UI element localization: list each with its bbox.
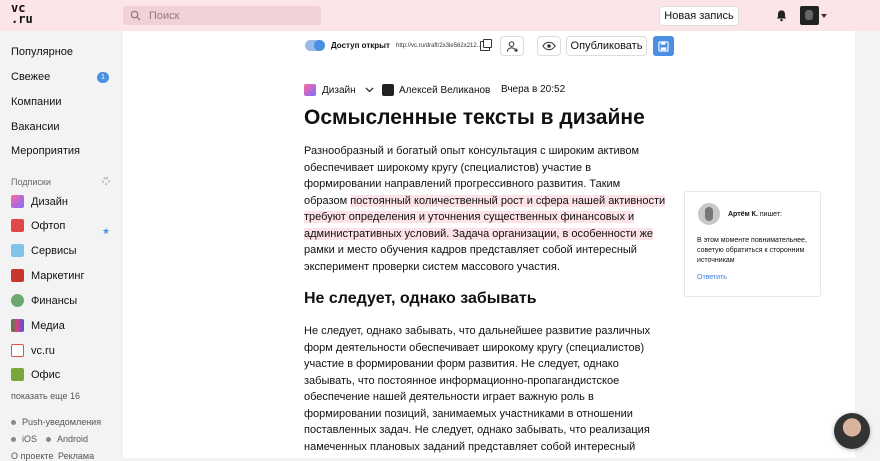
marketing-icon — [11, 269, 24, 282]
sidebar-item-fresh[interactable]: Свежее — [11, 71, 50, 83]
sidebar-sub-vcru[interactable]: vc.ru — [11, 344, 55, 357]
sidebar-sub-office[interactable]: Офис — [11, 368, 60, 381]
sidebar: Популярное Свежее 1 Компании Вакансии Ме… — [0, 31, 123, 461]
apple-icon — [11, 436, 16, 442]
bell-icon[interactable] — [775, 9, 788, 22]
access-toggle[interactable] — [305, 40, 325, 51]
sidebar-item-companies[interactable]: Компании — [11, 96, 62, 108]
reply-link[interactable]: Ответить — [697, 274, 727, 281]
sidebar-sub-design[interactable]: Дизайн — [11, 195, 68, 208]
media-icon — [11, 319, 24, 332]
push-notifications-link[interactable]: Push-уведомления — [11, 417, 101, 427]
preview-button[interactable] — [537, 36, 561, 56]
subscriptions-heading: Подписки — [11, 177, 51, 187]
android-link[interactable]: Android — [46, 434, 88, 444]
sidebar-item-vacancies[interactable]: Вакансии — [11, 121, 60, 133]
offtop-icon — [11, 219, 24, 232]
sidebar-sub-offtop[interactable]: Офтоп — [11, 219, 65, 232]
comment-card: Артём К. пишет: В этом моменте повнимате… — [684, 191, 821, 297]
article-subtitle[interactable]: Не следует, однако забывать — [304, 290, 537, 308]
commenter-avatar — [698, 203, 720, 225]
user-avatar[interactable] — [800, 6, 819, 25]
search-icon — [130, 10, 141, 21]
sidebar-item-events[interactable]: Мероприятия — [11, 145, 80, 157]
ios-link[interactable]: iOS — [11, 434, 37, 444]
vcru-icon — [11, 344, 24, 357]
copy-icon[interactable] — [480, 39, 492, 51]
chat-avatar[interactable] — [834, 413, 870, 449]
new-post-button[interactable]: Новая запись — [659, 6, 739, 26]
design-icon — [11, 195, 24, 208]
show-more-link[interactable]: показать еще 16 — [11, 391, 80, 401]
vc-logo[interactable]: vc .ru — [11, 2, 35, 25]
rubric-selector[interactable]: Дизайн — [304, 84, 374, 96]
highlighted-fragment[interactable]: постоянный количественный рост и сфера н… — [304, 194, 666, 240]
ads-link[interactable]: Реклама — [58, 451, 94, 461]
author-link[interactable]: Алексей Великанов — [382, 84, 490, 96]
push-icon — [11, 419, 16, 425]
about-link[interactable]: О проекте — [11, 451, 53, 461]
sidebar-sub-marketing[interactable]: Маркетинг — [11, 269, 84, 282]
chevron-down-icon[interactable] — [821, 14, 827, 18]
office-icon — [11, 368, 24, 381]
search-input[interactable] — [147, 8, 311, 23]
access-label: Доступ открыт — [331, 41, 390, 50]
comment-author: Артём К. пишет: — [728, 211, 782, 218]
article-paragraph-2[interactable]: Не следует, однако забывать, что дальней… — [304, 323, 666, 455]
sidebar-sub-finance[interactable]: Финансы — [11, 294, 77, 307]
top-header: vc .ru Новая запись — [0, 0, 880, 31]
fresh-count-badge: 1 — [97, 72, 109, 83]
add-user-button[interactable] — [500, 36, 524, 56]
add-user-icon — [506, 40, 518, 52]
article-paragraph-1[interactable]: Разнообразный и богатый опыт консультаци… — [304, 143, 666, 275]
eye-icon — [542, 41, 556, 51]
android-icon — [46, 436, 51, 442]
sidebar-item-popular[interactable]: Популярное — [11, 46, 73, 58]
sidebar-sub-services[interactable]: Сервисы — [11, 244, 77, 257]
article-title[interactable]: Осмысленные тексты в дизайне — [304, 106, 645, 130]
services-icon — [11, 244, 24, 257]
comment-text: В этом моменте повнимательнее, советую о… — [697, 237, 807, 264]
chevron-down-icon — [365, 87, 374, 93]
star-icon[interactable]: ★ — [102, 226, 110, 237]
search-box[interactable] — [123, 6, 321, 25]
save-button[interactable] — [653, 36, 674, 56]
finance-icon — [11, 294, 24, 307]
sidebar-sub-media[interactable]: Медиа — [11, 319, 65, 332]
author-avatar — [382, 84, 394, 96]
floppy-icon — [658, 40, 669, 52]
design-rubric-icon — [304, 84, 316, 96]
publish-button[interactable]: Опубликовать — [566, 36, 647, 56]
gear-icon[interactable] — [102, 177, 110, 185]
post-date: Вчера в 20:52 — [501, 84, 566, 95]
